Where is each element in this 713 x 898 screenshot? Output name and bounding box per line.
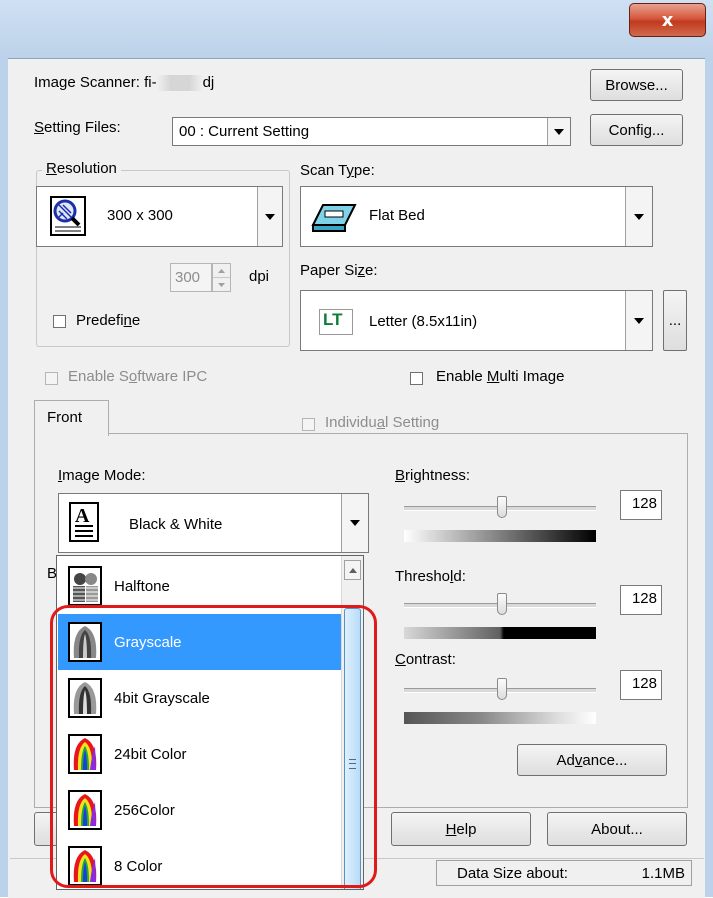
threshold-gradient <box>404 627 596 639</box>
flatbed-scanner-icon <box>309 199 357 235</box>
color-icon <box>68 790 102 830</box>
list-item[interactable]: Halftone <box>58 558 341 614</box>
contrast-slider-thumb[interactable] <box>497 678 507 700</box>
window-frame-right <box>705 58 713 897</box>
title-bar <box>0 0 713 58</box>
blurred-model-mask <box>156 75 203 92</box>
window-frame-left <box>0 58 8 897</box>
scroll-up-button[interactable] <box>344 560 361 580</box>
paper-size-dropdown[interactable]: LT Letter (8.5x11in) <box>300 290 653 351</box>
chevron-down-icon[interactable] <box>341 494 368 552</box>
image-mode-dropdown-list[interactable]: Halftone Grayscale 4bit Grayscale 24bit … <box>56 555 364 890</box>
contrast-value[interactable]: 128 <box>620 670 662 700</box>
list-item-label: 24bit Color <box>114 745 187 763</box>
resolution-icon <box>45 193 91 239</box>
threshold-value[interactable]: 128 <box>620 585 662 615</box>
advance-button[interactable]: Advance... <box>517 744 667 776</box>
predefine-label: Predefine <box>76 312 141 329</box>
config-button[interactable]: Config... <box>590 114 683 146</box>
contrast-gradient <box>404 712 596 724</box>
paper-size-icon: LT <box>319 309 353 335</box>
individual-setting-label: Individual Setting <box>325 414 440 431</box>
list-item[interactable]: 24bit Color <box>58 726 341 782</box>
threshold-label: Threshold: <box>395 568 466 585</box>
grayscale-4bit-icon <box>68 678 102 718</box>
setting-files-label: Setting Files: <box>34 119 121 136</box>
contrast-label: Contrast: <box>395 651 456 668</box>
grayscale-icon <box>68 622 102 662</box>
chevron-down-icon[interactable] <box>625 187 652 246</box>
image-scanner-value: fi-dj <box>144 74 215 92</box>
brightness-value[interactable]: 128 <box>620 490 662 520</box>
paper-size-value: Letter (8.5x11in) <box>369 313 478 330</box>
close-icon: x <box>661 9 674 31</box>
predefine-checkbox[interactable] <box>53 315 66 328</box>
enable-software-ipc-label: Enable Software IPC <box>68 368 208 385</box>
image-scanner-label: Image Scanner: fi-dj <box>34 74 215 92</box>
dropdown-scrollbar[interactable] <box>341 556 363 889</box>
scan-type-label: Scan Type: <box>300 162 375 179</box>
threshold-slider-thumb[interactable] <box>497 593 507 615</box>
brightness-gradient <box>404 530 596 542</box>
enable-multi-image-checkbox[interactable] <box>410 372 423 385</box>
image-mode-dropdown[interactable]: A Black & White <box>58 493 369 553</box>
data-size-label: Data Size about: <box>457 865 568 882</box>
chevron-down-icon[interactable] <box>257 187 282 246</box>
dpi-spinner <box>212 263 231 292</box>
image-mode-value: Black & White <box>129 516 223 533</box>
enable-multi-image-label: Enable Multi Image <box>436 368 565 385</box>
scan-type-value: Flat Bed <box>369 207 425 224</box>
list-item[interactable]: 256Color <box>58 782 341 838</box>
paper-size-more-button[interactable]: ... <box>663 290 687 351</box>
chevron-down-icon[interactable] <box>547 118 570 145</box>
list-item-selected[interactable]: Grayscale <box>58 614 341 670</box>
brightness-slider-thumb[interactable] <box>497 496 507 518</box>
list-item-label: Grayscale <box>114 633 182 651</box>
chevron-down-icon[interactable] <box>625 291 652 350</box>
resolution-dropdown[interactable]: 300 x 300 <box>36 186 283 247</box>
close-button[interactable]: x <box>629 3 706 37</box>
svg-text:A: A <box>75 505 90 527</box>
image-mode-label: Image Mode: <box>58 467 146 484</box>
list-item-label: 256Color <box>114 801 175 819</box>
help-button[interactable]: Help <box>391 812 531 846</box>
paper-size-label: Paper Size: <box>300 262 378 279</box>
brightness-label: Brightness: <box>395 467 471 484</box>
scan-type-dropdown[interactable]: Flat Bed <box>300 186 653 247</box>
data-size-value: 1.1MB <box>641 865 685 882</box>
list-item-label: 8 Color <box>114 857 163 875</box>
halftone-icon <box>68 566 102 606</box>
browse-button[interactable]: Browse... <box>590 69 683 101</box>
dpi-field: 300 <box>170 263 212 292</box>
setting-files-dropdown[interactable]: 00 : Current Setting <box>172 117 571 146</box>
list-item[interactable]: 4bit Grayscale <box>58 670 341 726</box>
enable-software-ipc-checkbox[interactable] <box>45 372 58 385</box>
color-icon <box>68 846 102 886</box>
individual-setting-checkbox[interactable] <box>302 418 315 431</box>
black-white-icon: A <box>69 502 99 542</box>
list-item-label: Halftone <box>114 577 170 595</box>
tab-front[interactable]: Front <box>34 400 109 436</box>
setting-files-value: 00 : Current Setting <box>179 123 310 140</box>
list-item-label: 4bit Grayscale <box>114 689 210 707</box>
list-item[interactable]: 8 Color <box>58 838 341 889</box>
resolution-legend: Resolution <box>42 160 121 177</box>
about-button[interactable]: About... <box>547 812 687 846</box>
color-icon <box>68 734 102 774</box>
resolution-value: 300 x 300 <box>107 207 173 224</box>
data-size-panel: Data Size about: 1.1MB <box>436 860 692 886</box>
dpi-unit-label: dpi <box>249 268 270 285</box>
scroll-thumb[interactable] <box>344 608 361 889</box>
